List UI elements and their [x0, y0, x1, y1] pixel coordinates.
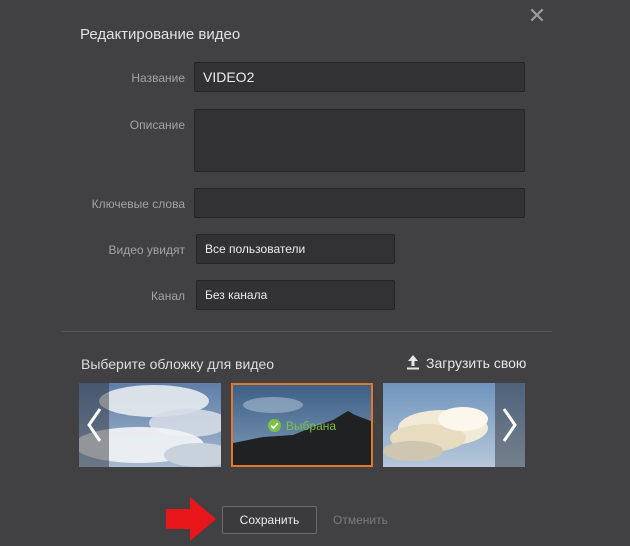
- save-button[interactable]: Сохранить: [222, 506, 317, 534]
- chevron-right-icon: [502, 408, 517, 442]
- divider: [61, 331, 552, 332]
- selected-label: Выбрана: [285, 419, 337, 433]
- selected-badge: Выбрана: [233, 419, 371, 433]
- upload-cover-label: Загрузить свою: [426, 355, 527, 371]
- name-label: Название: [131, 71, 185, 85]
- cover-thumbnail-2[interactable]: Выбрана: [231, 383, 373, 467]
- upload-icon: [406, 354, 420, 370]
- visibility-label: Видео увидят: [108, 243, 185, 257]
- channel-select[interactable]: Без канала: [196, 280, 395, 310]
- pointer-arrow-icon: [166, 497, 218, 546]
- name-input[interactable]: [194, 62, 525, 92]
- keywords-input[interactable]: [194, 188, 525, 218]
- cancel-link[interactable]: Отменить: [333, 513, 388, 527]
- thumbnails-next-button[interactable]: [495, 383, 525, 467]
- visibility-select[interactable]: Все пользователи: [196, 234, 395, 264]
- dialog-title: Редактирование видео: [80, 26, 241, 43]
- description-label: Описание: [129, 118, 185, 132]
- cover-section-title: Выберите обложку для видео: [81, 356, 275, 372]
- close-icon[interactable]: ✕: [527, 5, 547, 27]
- keywords-label: Ключевые слова: [91, 197, 185, 211]
- thumbnails-prev-button[interactable]: [79, 383, 109, 467]
- chevron-left-icon: [87, 408, 102, 442]
- check-icon: [267, 419, 281, 432]
- upload-cover-button[interactable]: Загрузить свою: [406, 354, 526, 371]
- description-input[interactable]: [194, 109, 525, 172]
- channel-label: Канал: [151, 289, 185, 303]
